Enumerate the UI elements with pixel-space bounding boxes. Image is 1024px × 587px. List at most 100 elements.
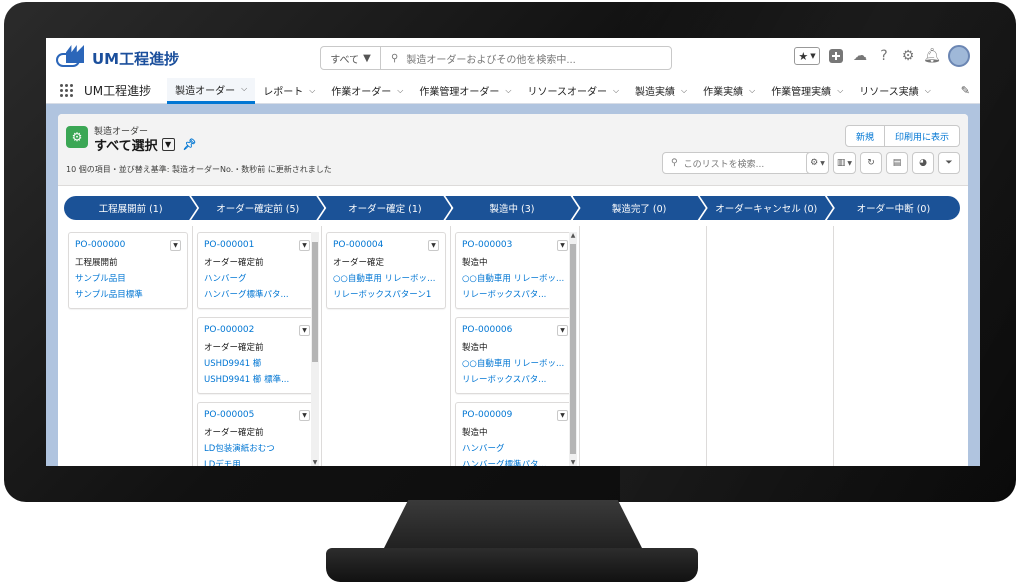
record-link[interactable]: PO-000006 — [462, 325, 512, 335]
search-scope-select[interactable]: すべて ▼ — [321, 47, 381, 69]
gear-icon[interactable]: ⚙ — [900, 48, 916, 64]
card-item-link[interactable]: ハンバーグ — [204, 271, 310, 287]
avatar[interactable] — [948, 45, 970, 67]
list-settings-button[interactable]: ⚙ ▼ — [806, 152, 829, 174]
bell-icon[interactable]: 🔔︎ — [923, 48, 941, 64]
card-item-link[interactable]: ○○自動車用 リレーボックス... — [333, 271, 439, 287]
column-scrollbar[interactable]: ▼ — [311, 232, 319, 466]
filter-button[interactable]: ⏷ — [938, 152, 960, 174]
scrollbar-thumb[interactable] — [570, 244, 576, 454]
list-view-selector[interactable]: すべて選択 ▼ 📌︎ — [94, 135, 197, 154]
pencil-icon[interactable]: ✎ — [961, 84, 970, 97]
tab-reports[interactable]: レポート ⌵ — [255, 78, 323, 104]
card-pattern-link[interactable]: LDデモ用 — [204, 457, 310, 466]
tab-work-results[interactable]: 作業実績 ⌵ — [695, 78, 763, 104]
app-logo[interactable]: UM工程進捗 — [56, 45, 320, 71]
card-menu-icon[interactable]: ▼ — [428, 239, 439, 251]
tab-work-orders[interactable]: 作業オーダー ⌵ — [323, 78, 411, 104]
card-item-link[interactable]: サンプル品目 — [75, 271, 181, 287]
card-pattern-link[interactable]: リレーボックスパタ... — [462, 372, 568, 388]
display-as-button[interactable]: ▥ ▼ — [832, 152, 856, 174]
kanban-card[interactable]: PO-000009 ▼ 製造中 ハンバーグ ハンバーグ標準パタ... — [455, 402, 575, 466]
card-pattern-link[interactable]: ハンバーグ標準パタ... — [204, 287, 310, 303]
tab-work-management-results[interactable]: 作業管理実績 ⌵ — [763, 78, 851, 104]
card-pattern-link[interactable]: USHD9941 櫛 標準... — [204, 372, 310, 388]
tab-manufacturing-results[interactable]: 製造実績 ⌵ — [627, 78, 695, 104]
stage-header[interactable]: オーダーキャンセル (0) — [700, 196, 833, 220]
chevron-down-icon[interactable]: ⌵ — [309, 86, 315, 96]
chevron-down-icon[interactable]: ⌵ — [837, 86, 843, 96]
chevron-down-icon[interactable]: ⌵ — [397, 86, 403, 96]
stage-header[interactable]: 製造中 (3) — [445, 196, 578, 220]
card-pattern-link[interactable]: リレーボックスパターン1 — [333, 287, 439, 303]
chart-button[interactable]: ◕ — [912, 152, 934, 174]
chevron-down-icon[interactable]: ⌵ — [241, 84, 247, 94]
global-search[interactable]: すべて ▼ ⚲ 製造オーダーおよびその他を検索中... — [320, 46, 672, 70]
chevron-down-icon[interactable]: ⌵ — [681, 86, 687, 96]
search-icon: ⚲ — [391, 52, 399, 64]
tab-resource-results[interactable]: リソース実績 ⌵ — [851, 78, 939, 104]
favorites-button[interactable]: ★ ▼ — [794, 47, 820, 65]
kanban-card[interactable]: PO-000001 ▼ オーダー確定前 ハンバーグ ハンバーグ標準パタ... — [197, 232, 317, 309]
kanban-card[interactable]: PO-000003 ▼ 製造中 ○○自動車用 リレーボッ... リレーボックスパタ… — [455, 232, 575, 309]
record-link[interactable]: PO-000004 — [333, 240, 383, 250]
chevron-down-icon[interactable]: ⌵ — [749, 86, 755, 96]
scroll-down-icon[interactable]: ▼ — [311, 459, 319, 466]
card-menu-icon[interactable]: ▼ — [557, 239, 568, 251]
card-item-link[interactable]: ○○自動車用 リレーボッ... — [462, 356, 568, 372]
tab-resource-orders[interactable]: リソースオーダー ⌵ — [519, 78, 627, 104]
caret-down-icon[interactable]: ▼ — [161, 138, 175, 151]
card-item-link[interactable]: ハンバーグ — [462, 441, 568, 457]
card-menu-icon[interactable]: ▼ — [299, 239, 310, 251]
kanban-card[interactable]: PO-000000 ▼ 工程展開前 サンプル品目 サンプル品目標準 — [68, 232, 188, 309]
printable-view-button[interactable]: 印刷用に表示 — [884, 125, 960, 147]
kanban-card[interactable]: PO-000002 ▼ オーダー確定前 USHD9941 櫛 USHD9941 櫛… — [197, 317, 317, 394]
column-scrollbar[interactable]: ▲ ▼ — [569, 232, 577, 466]
app-launcher-icon[interactable] — [60, 83, 74, 98]
card-menu-icon[interactable]: ▼ — [557, 324, 568, 336]
kanban-card[interactable]: PO-000004 ▼ オーダー確定 ○○自動車用 リレーボックス... リレーボ… — [326, 232, 446, 309]
scroll-up-icon[interactable]: ▲ — [569, 232, 577, 239]
cloud-icon[interactable]: ☁ — [852, 48, 868, 64]
pin-icon[interactable]: 📌︎ — [183, 138, 197, 151]
scroll-down-icon[interactable]: ▼ — [569, 459, 577, 466]
new-button[interactable]: 新規 — [844, 125, 885, 147]
scrollbar-thumb[interactable] — [312, 242, 318, 362]
card-menu-icon[interactable]: ▼ — [299, 324, 310, 336]
record-link[interactable]: PO-000000 — [75, 240, 125, 250]
stage-header[interactable]: オーダー確定 (1) — [318, 196, 451, 220]
card-pattern-link[interactable]: サンプル品目標準 — [75, 287, 181, 303]
search-input[interactable]: 製造オーダーおよびその他を検索中... — [406, 51, 576, 66]
stage-header[interactable]: オーダー確定前 (5) — [191, 196, 324, 220]
list-search-input[interactable]: ⚲ このリストを検索... — [662, 152, 818, 174]
tab-manufacturing-orders[interactable]: 製造オーダー ⌵ — [167, 77, 256, 104]
plus-icon[interactable] — [828, 48, 844, 64]
stage-header[interactable]: 製造完了 (0) — [573, 196, 706, 220]
card-pattern-link[interactable]: リレーボックスパタ... — [462, 287, 568, 303]
card-menu-icon[interactable]: ▼ — [557, 409, 568, 421]
card-menu-icon[interactable]: ▼ — [299, 409, 310, 421]
card-item-link[interactable]: USHD9941 櫛 — [204, 356, 310, 372]
caret-down-icon: ▼ — [363, 52, 371, 64]
stage-header[interactable]: 工程展開前 (1) — [64, 196, 197, 220]
record-link[interactable]: PO-000002 — [204, 325, 254, 335]
help-icon[interactable]: ? — [876, 48, 892, 64]
kanban-card[interactable]: PO-000006 ▼ 製造中 ○○自動車用 リレーボッ... リレーボックスパタ… — [455, 317, 575, 394]
list-view-panel: ⚙ 製造オーダー すべて選択 ▼ 📌︎ 10 個の項目・並び替え基準: 製造オー… — [58, 114, 968, 466]
chevron-down-icon[interactable]: ⌵ — [613, 86, 619, 96]
tab-work-management-orders[interactable]: 作業管理オーダー ⌵ — [411, 78, 519, 104]
kanban-card[interactable]: PO-000005 ▼ オーダー確定前 LD包装演紙おむつ LDデモ用 — [197, 402, 317, 466]
record-link[interactable]: PO-000003 — [462, 240, 512, 250]
record-link[interactable]: PO-000009 — [462, 410, 512, 420]
chevron-down-icon[interactable]: ⌵ — [505, 86, 511, 96]
record-link[interactable]: PO-000001 — [204, 240, 254, 250]
stage-header[interactable]: オーダー中断 (0) — [826, 196, 960, 220]
card-menu-icon[interactable]: ▼ — [170, 239, 181, 251]
record-link[interactable]: PO-000005 — [204, 410, 254, 420]
chevron-down-icon[interactable]: ⌵ — [925, 86, 931, 96]
card-item-link[interactable]: LD包装演紙おむつ — [204, 441, 310, 457]
card-pattern-link[interactable]: ハンバーグ標準パタ... — [462, 457, 568, 466]
card-item-link[interactable]: ○○自動車用 リレーボッ... — [462, 271, 568, 287]
refresh-button[interactable]: ↻ — [860, 152, 882, 174]
summary-button[interactable]: ▤ — [886, 152, 908, 174]
